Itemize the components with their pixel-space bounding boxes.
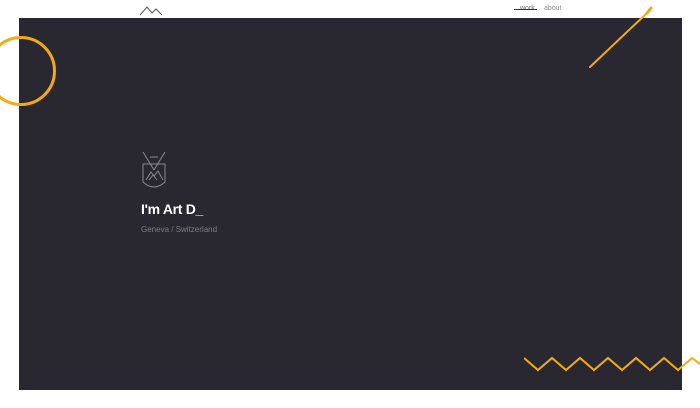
hero-panel [19,18,682,390]
hero-title: I'm Art D_ [141,201,204,217]
mountain-logo-icon[interactable] [140,5,162,16]
decorative-diagonal-line [589,6,653,68]
hero-location: Geneva / Switzerland [141,225,218,234]
decorative-zigzag [524,356,700,372]
nav-about-link[interactable]: about [544,5,562,12]
crest-icon [142,151,166,188]
nav-work-link[interactable]: work [514,5,537,12]
